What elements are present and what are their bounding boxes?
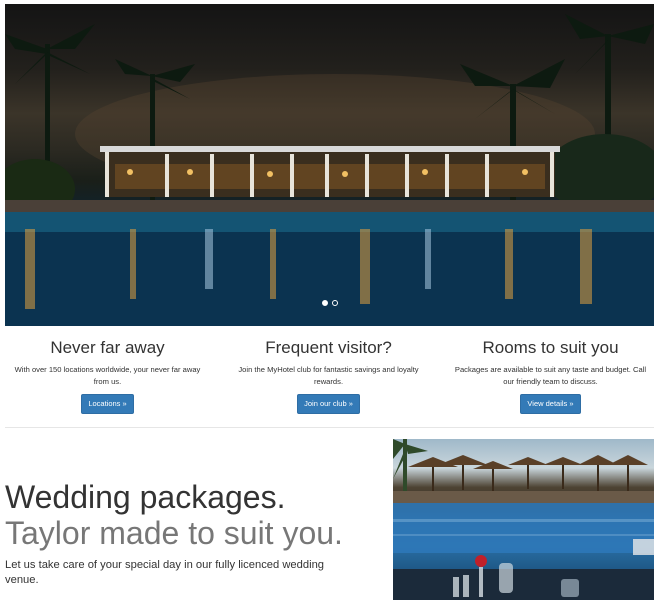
feature-rooms: Rooms to suit you Packages are available…	[448, 336, 653, 414]
carousel-indicator-1[interactable]	[322, 300, 328, 306]
join-club-button[interactable]: Join our club »	[297, 394, 360, 414]
carousel-indicators	[322, 300, 338, 306]
feature-columns: Never far away With over 150 locations w…	[0, 336, 659, 416]
feature-locations: Never far away With over 150 locations w…	[5, 336, 210, 414]
feature-text: Join the MyHotel club for fantastic savi…	[238, 365, 419, 386]
wedding-subheading: Taylor made to suit you.	[5, 515, 343, 551]
hero-carousel[interactable]	[5, 4, 654, 326]
wedding-image-poolside	[393, 439, 654, 600]
feature-title: Rooms to suit you	[482, 338, 619, 357]
wedding-text: Let us take care of your special day in …	[5, 559, 325, 586]
locations-button[interactable]: Locations »	[81, 394, 134, 414]
feature-text: Packages are available to suit any taste…	[454, 365, 647, 386]
view-details-button[interactable]: View details »	[520, 394, 581, 414]
feature-title: Never far away	[50, 338, 165, 357]
wedding-heading: Wedding packages.	[5, 479, 286, 515]
feature-title: Frequent visitor?	[265, 338, 392, 357]
carousel-indicator-2[interactable]	[332, 300, 338, 306]
section-divider	[5, 427, 654, 428]
feature-text: With over 150 locations worldwide, your …	[14, 365, 201, 386]
feature-club: Frequent visitor? Join the MyHotel club …	[226, 336, 431, 414]
hero-image-pool-night	[5, 14, 654, 326]
